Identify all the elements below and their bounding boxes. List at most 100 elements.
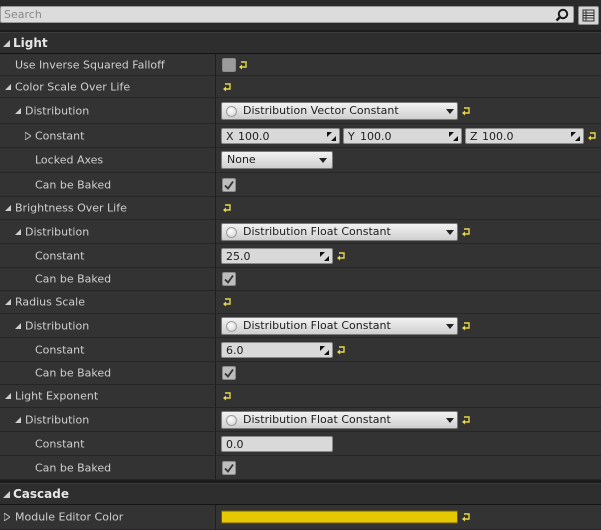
reset-arrow-icon[interactable] xyxy=(222,203,232,213)
search-input[interactable] xyxy=(0,6,574,23)
property-label: Can be Baked xyxy=(35,366,112,380)
locked-axes-dropdown[interactable]: None xyxy=(221,151,333,169)
collapse-triangle-icon[interactable] xyxy=(15,107,21,114)
expand-triangle-icon[interactable] xyxy=(25,131,31,140)
category-cascade[interactable]: Cascade xyxy=(0,483,601,505)
expand-triangle-icon[interactable] xyxy=(4,513,10,521)
class-icon xyxy=(226,105,237,117)
row-distribution: Distribution Distribution Float Constant xyxy=(0,314,601,338)
reset-arrow-icon[interactable] xyxy=(461,415,471,425)
reset-arrow-icon[interactable] xyxy=(461,106,471,116)
property-label: Constant xyxy=(35,249,85,262)
checkmark-icon xyxy=(224,368,234,378)
reset-arrow-icon[interactable] xyxy=(461,512,471,522)
collapse-triangle-icon[interactable] xyxy=(3,491,10,498)
row-can-be-baked: Can be Baked xyxy=(0,456,601,480)
chevron-down-icon xyxy=(319,158,327,163)
drag-handle-icon[interactable] xyxy=(571,131,580,141)
search-icon[interactable] xyxy=(555,8,569,22)
constant-y-field[interactable]: Y 100.0 xyxy=(343,127,462,144)
property-label: Distribution xyxy=(25,104,90,117)
property-label: Can be Baked xyxy=(35,272,112,286)
property-label: Distribution xyxy=(25,225,90,238)
category-title: Cascade xyxy=(13,487,69,501)
can-be-baked-checkbox[interactable] xyxy=(222,460,236,475)
reset-arrow-icon[interactable] xyxy=(336,345,346,355)
distribution-dropdown[interactable]: Distribution Vector Constant xyxy=(221,101,458,120)
property-label: Constant xyxy=(35,343,85,356)
distribution-dropdown[interactable]: Distribution Float Constant xyxy=(221,410,458,429)
property-label: Use Inverse Squared Falloff xyxy=(15,58,165,71)
search-bar xyxy=(0,0,601,30)
property-label: Light Exponent xyxy=(15,389,99,403)
row-locked-axes: Locked Axes None xyxy=(0,148,601,173)
row-constant: Constant 6.0 xyxy=(0,338,601,362)
property-label: Radius Scale xyxy=(15,295,85,309)
row-light-exponent: Light Exponent xyxy=(0,385,601,408)
module-editor-color-swatch[interactable] xyxy=(221,510,458,524)
view-options-button[interactable] xyxy=(578,6,599,25)
drag-handle-icon[interactable] xyxy=(320,251,329,261)
property-label: Constant xyxy=(35,437,85,450)
row-can-be-baked: Can be Baked xyxy=(0,268,601,291)
reset-arrow-icon[interactable] xyxy=(222,82,232,92)
property-label: Color Scale Over Life xyxy=(15,80,131,93)
class-icon xyxy=(226,414,237,426)
chevron-down-icon xyxy=(446,108,454,114)
constant-field[interactable]: 0.0 xyxy=(221,435,333,452)
reset-arrow-icon[interactable] xyxy=(461,321,471,331)
can-be-baked-checkbox[interactable] xyxy=(222,366,236,380)
row-distribution: Distribution Distribution Vector Constan… xyxy=(0,98,601,124)
drag-handle-icon[interactable] xyxy=(449,131,458,141)
row-constant: Constant 0.0 xyxy=(0,432,601,456)
constant-field[interactable]: 6.0 xyxy=(221,341,333,358)
collapse-triangle-icon[interactable] xyxy=(5,83,11,90)
can-be-baked-checkbox[interactable] xyxy=(222,177,236,192)
collapse-triangle-icon[interactable] xyxy=(15,322,21,329)
collapse-triangle-icon[interactable] xyxy=(5,299,11,305)
row-constant-vector: Constant X 100.0 Y 100.0 Z 100.0 xyxy=(0,124,601,148)
property-label: Locked Axes xyxy=(35,153,104,167)
grid-icon xyxy=(582,9,595,22)
use-inverse-squared-falloff-checkbox[interactable] xyxy=(222,57,236,72)
property-label: Constant xyxy=(35,129,85,142)
category-title: Light xyxy=(13,36,48,50)
distribution-dropdown[interactable]: Distribution Float Constant xyxy=(221,222,458,241)
distribution-dropdown[interactable]: Distribution Float Constant xyxy=(221,316,458,335)
constant-x-field[interactable]: X 100.0 xyxy=(221,127,340,144)
reset-arrow-icon[interactable] xyxy=(587,131,597,141)
category-light[interactable]: Light xyxy=(0,32,601,54)
row-can-be-baked: Can be Baked xyxy=(0,173,601,197)
property-label: Distribution xyxy=(25,319,90,332)
checkmark-icon xyxy=(224,463,234,473)
collapse-triangle-icon[interactable] xyxy=(5,205,11,211)
row-can-be-baked: Can be Baked xyxy=(0,362,601,385)
class-icon xyxy=(226,226,237,238)
reset-arrow-icon[interactable] xyxy=(238,60,248,70)
reset-arrow-icon[interactable] xyxy=(222,297,232,307)
chevron-down-icon xyxy=(446,323,454,329)
collapse-triangle-icon[interactable] xyxy=(15,228,21,235)
can-be-baked-checkbox[interactable] xyxy=(222,272,236,286)
property-label: Module Editor Color xyxy=(15,510,124,524)
drag-handle-icon[interactable] xyxy=(320,345,329,355)
reset-arrow-icon[interactable] xyxy=(222,391,232,401)
property-label: Distribution xyxy=(25,413,90,426)
collapse-triangle-icon[interactable] xyxy=(5,393,11,399)
chevron-down-icon xyxy=(446,417,454,423)
constant-z-field[interactable]: Z 100.0 xyxy=(465,127,584,144)
property-label: Can be Baked xyxy=(35,461,112,474)
reset-arrow-icon[interactable] xyxy=(461,227,471,237)
property-label: Brightness Over Life xyxy=(15,201,127,215)
checkmark-icon xyxy=(224,274,234,284)
collapse-triangle-icon[interactable] xyxy=(15,416,21,423)
reset-arrow-icon[interactable] xyxy=(336,251,346,261)
row-color-scale-over-life: Color Scale Over Life xyxy=(0,76,601,98)
property-label: Can be Baked xyxy=(35,178,112,191)
constant-field[interactable]: 25.0 xyxy=(221,247,333,264)
row-radius-scale: Radius Scale xyxy=(0,291,601,314)
row-distribution: Distribution Distribution Float Constant xyxy=(0,408,601,432)
drag-handle-icon[interactable] xyxy=(327,131,336,141)
collapse-triangle-icon[interactable] xyxy=(3,40,10,47)
class-icon xyxy=(226,320,237,332)
